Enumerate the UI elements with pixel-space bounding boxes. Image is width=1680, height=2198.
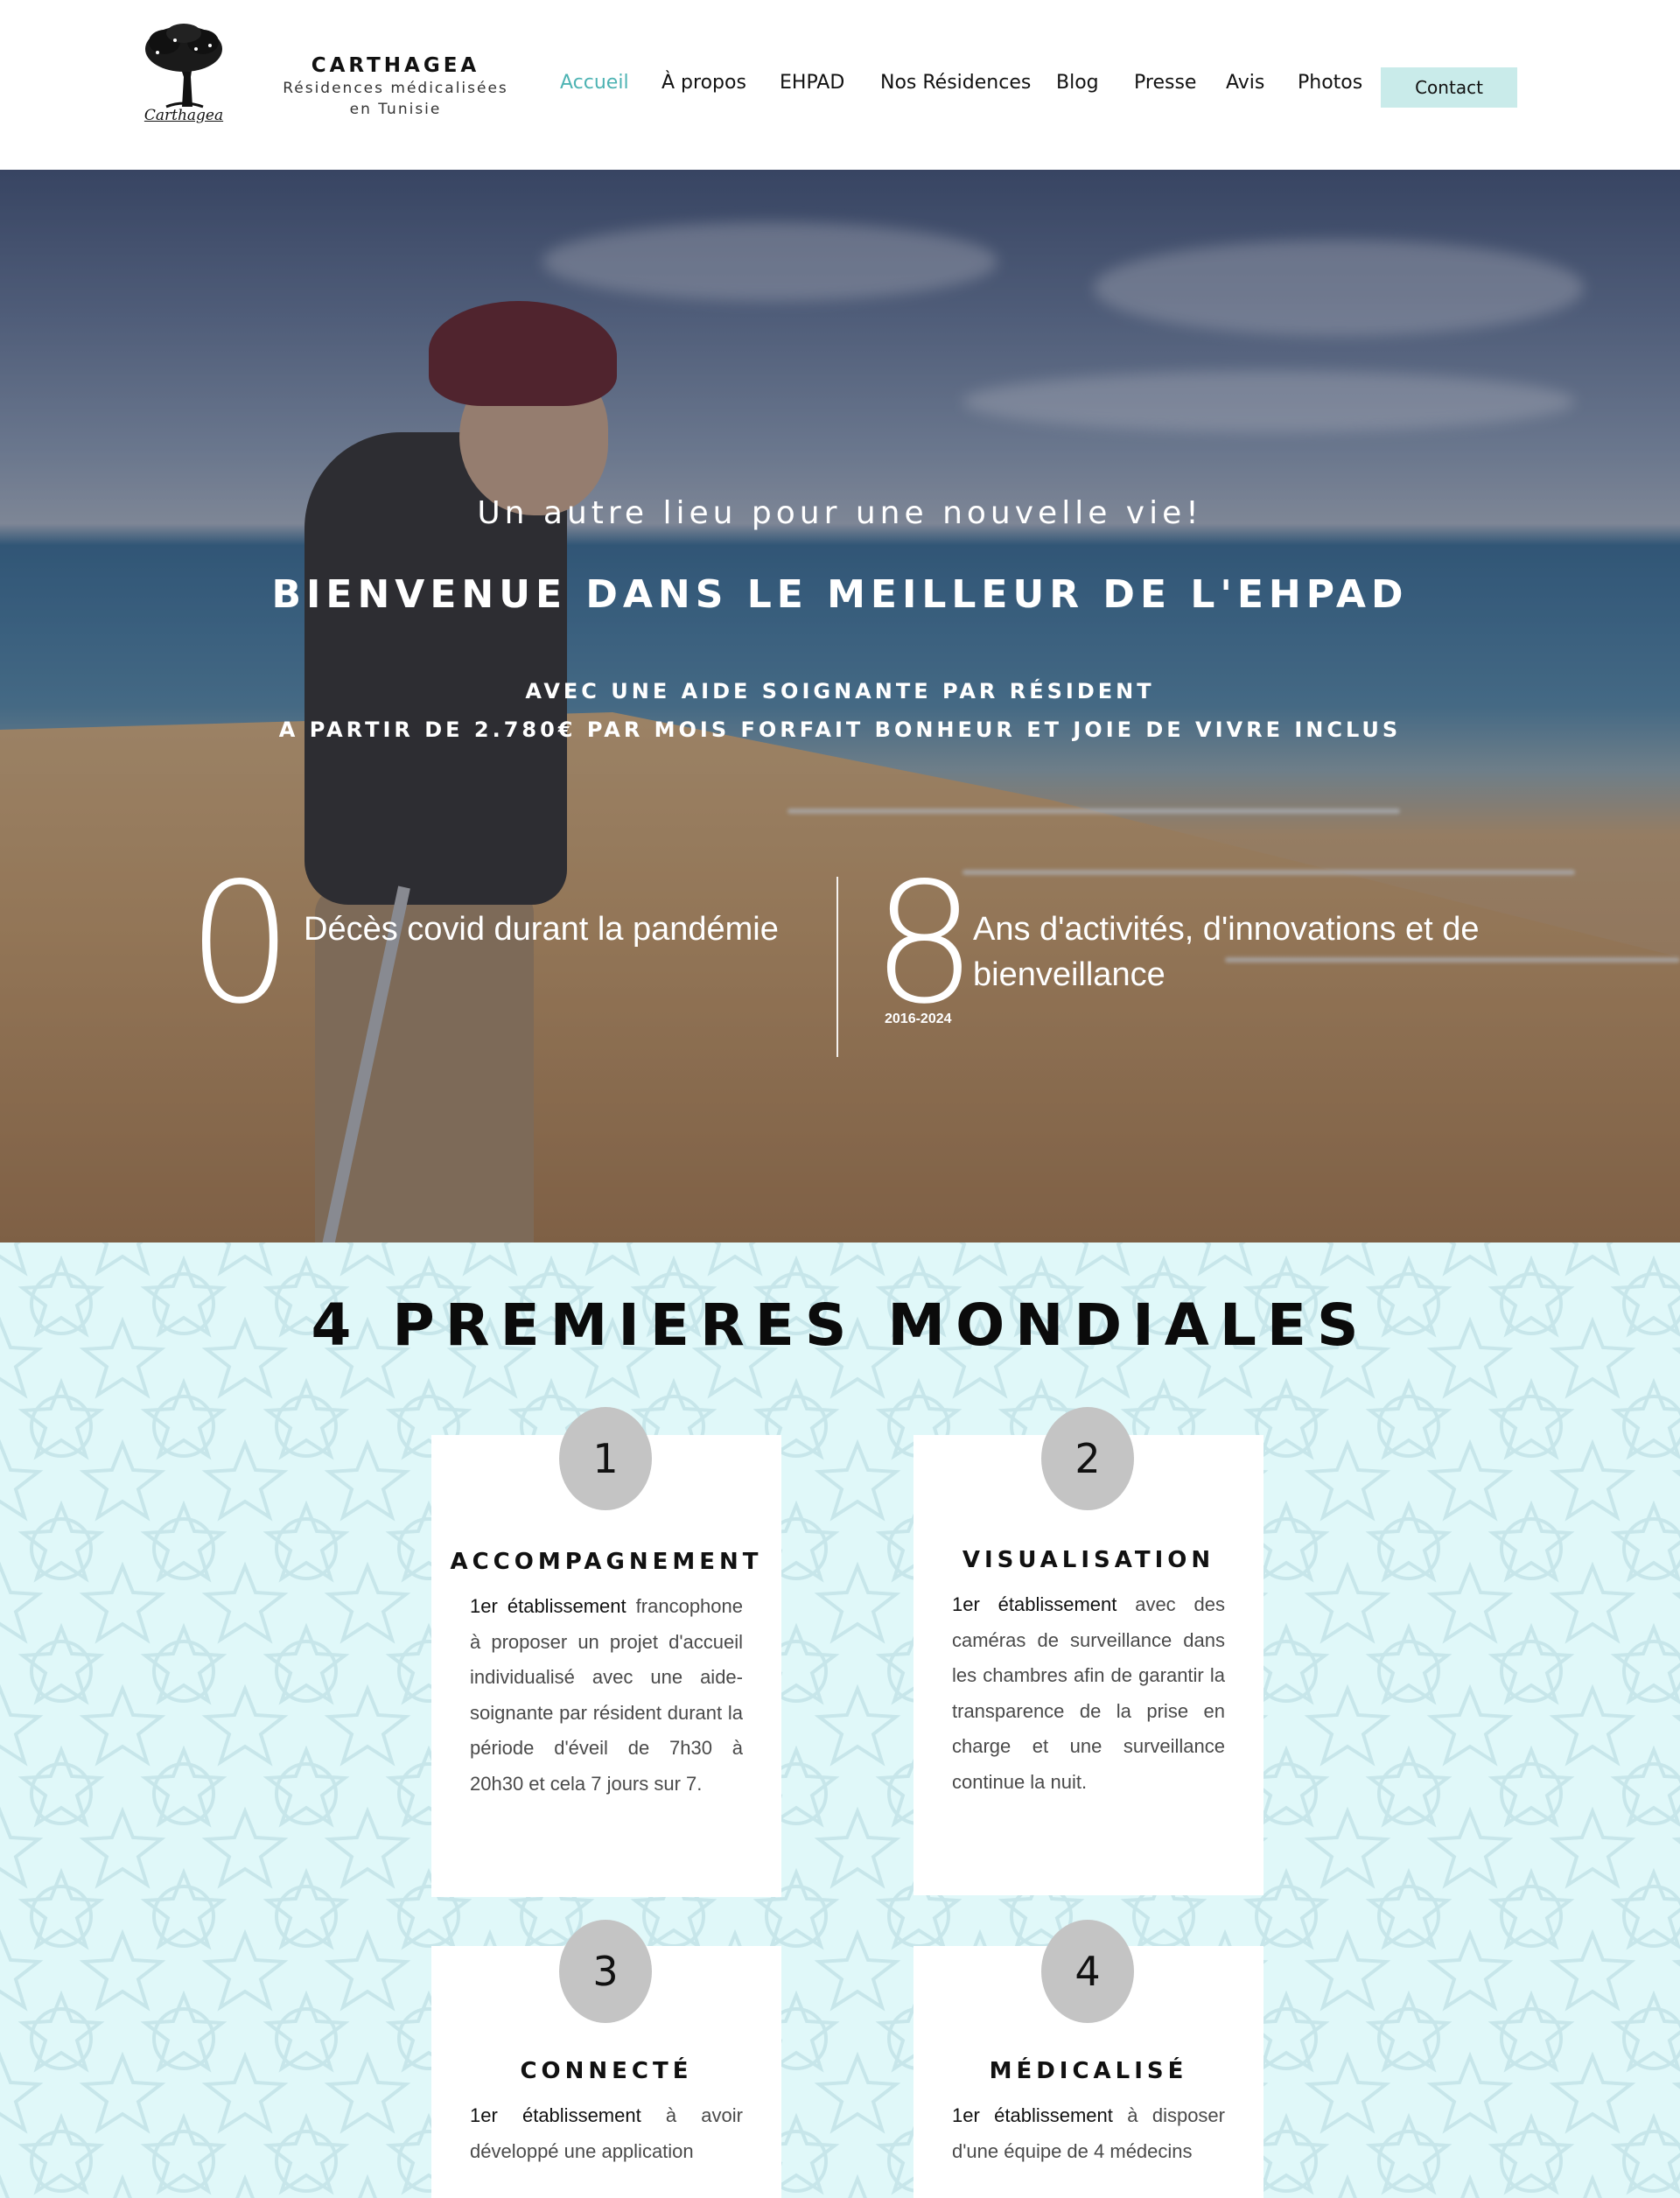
nav-blog[interactable]: Blog — [1056, 72, 1099, 100]
card-text: 1er établissement à avoir développé une … — [470, 2098, 743, 2169]
card-number-badge: 1 — [559, 1407, 652, 1510]
nav-photos[interactable]: Photos — [1298, 72, 1362, 100]
section-title: 4 PREMIERES MONDIALES — [311, 1292, 1369, 1359]
logo-text: Carthagea — [144, 107, 224, 124]
nav-avis[interactable]: Avis — [1226, 72, 1264, 100]
card-highlight: 1er établissement — [952, 1593, 1117, 1615]
stat-covid-deaths-label: Décès covid durant la pandémie — [304, 911, 779, 948]
nav-nos-residences[interactable]: Nos Résidences — [880, 72, 1031, 100]
nav-ehpad[interactable]: EHPAD — [780, 72, 844, 100]
card-highlight: 1er établissement — [470, 1595, 626, 1617]
card-number-badge: 3 — [559, 1920, 652, 2023]
nav-presse[interactable]: Presse — [1134, 72, 1196, 100]
brand-subtitle-line2: en Tunisie — [349, 101, 442, 118]
hero-banner: Un autre lieu pour une nouvelle vie! BIE… — [0, 170, 1680, 1242]
nav-accueil[interactable]: Accueil — [560, 72, 629, 100]
contact-button[interactable]: Contact — [1381, 67, 1517, 108]
stat-years-label-line1: Ans d'activités, d'innovations et de — [973, 911, 1480, 948]
stat-covid-deaths-value: 0 — [187, 847, 293, 1040]
card-title: ACCOMPAGNEMENT — [450, 1549, 763, 1575]
hero-subheading-2: A PARTIR DE 2.780€ PAR MOIS FORFAIT BONH… — [278, 718, 1402, 742]
card-number-badge: 4 — [1041, 1920, 1134, 2023]
card-description: avec des caméras de surveillance dans le… — [952, 1593, 1225, 1793]
card-text: 1er établissement avec des caméras de su… — [952, 1587, 1225, 1800]
world-firsts-section: 4 PREMIERES MONDIALES ACCOMPAGNEMENT 1er… — [0, 1242, 1680, 2198]
hero-heading: BIENVENUE DANS LE MEILLEUR DE L'EHPAD — [271, 572, 1409, 617]
stat-years-range: 2016-2024 — [885, 1012, 952, 1026]
stat-years-value: 8 — [872, 847, 977, 1040]
brand[interactable]: CARTHAGEA Résidences médicalisées en Tun… — [280, 54, 511, 119]
hero-tagline: Un autre lieu pour une nouvelle vie! — [477, 495, 1203, 531]
nav-a-propos[interactable]: À propos — [662, 72, 746, 100]
site-header: Carthagea CARTHAGEA Résidences médicalis… — [0, 0, 1680, 170]
card-text: 1er établissement francophone à proposer… — [470, 1589, 743, 1802]
card-text: 1er établissement à disposer d'une équip… — [952, 2098, 1225, 2169]
card-title: VISUALISATION — [962, 1547, 1215, 1573]
card-title: MÉDICALISÉ — [989, 2058, 1188, 2084]
card-description: francophone à proposer un projet d'accue… — [470, 1595, 743, 1795]
logo[interactable]: Carthagea — [140, 23, 228, 133]
olive-tree-icon — [145, 24, 222, 108]
stat-years-label-line2: bienveillance — [973, 956, 1166, 993]
brand-name: CARTHAGEA — [311, 54, 480, 77]
stat-divider — [836, 877, 838, 1057]
hero-subheading-1: AVEC UNE AIDE SOIGNANTE PAR RÉSIDENT — [525, 679, 1155, 704]
card-highlight: 1er établissement — [470, 2104, 641, 2126]
card-title: CONNECTÉ — [520, 2058, 693, 2084]
card-highlight: 1er établissement — [952, 2104, 1113, 2126]
geometric-pattern-background — [0, 1242, 1680, 2198]
hero-overlay — [0, 170, 1680, 1242]
card-number-badge: 2 — [1041, 1407, 1134, 1510]
brand-subtitle-line1: Résidences médicalisées — [283, 80, 508, 97]
